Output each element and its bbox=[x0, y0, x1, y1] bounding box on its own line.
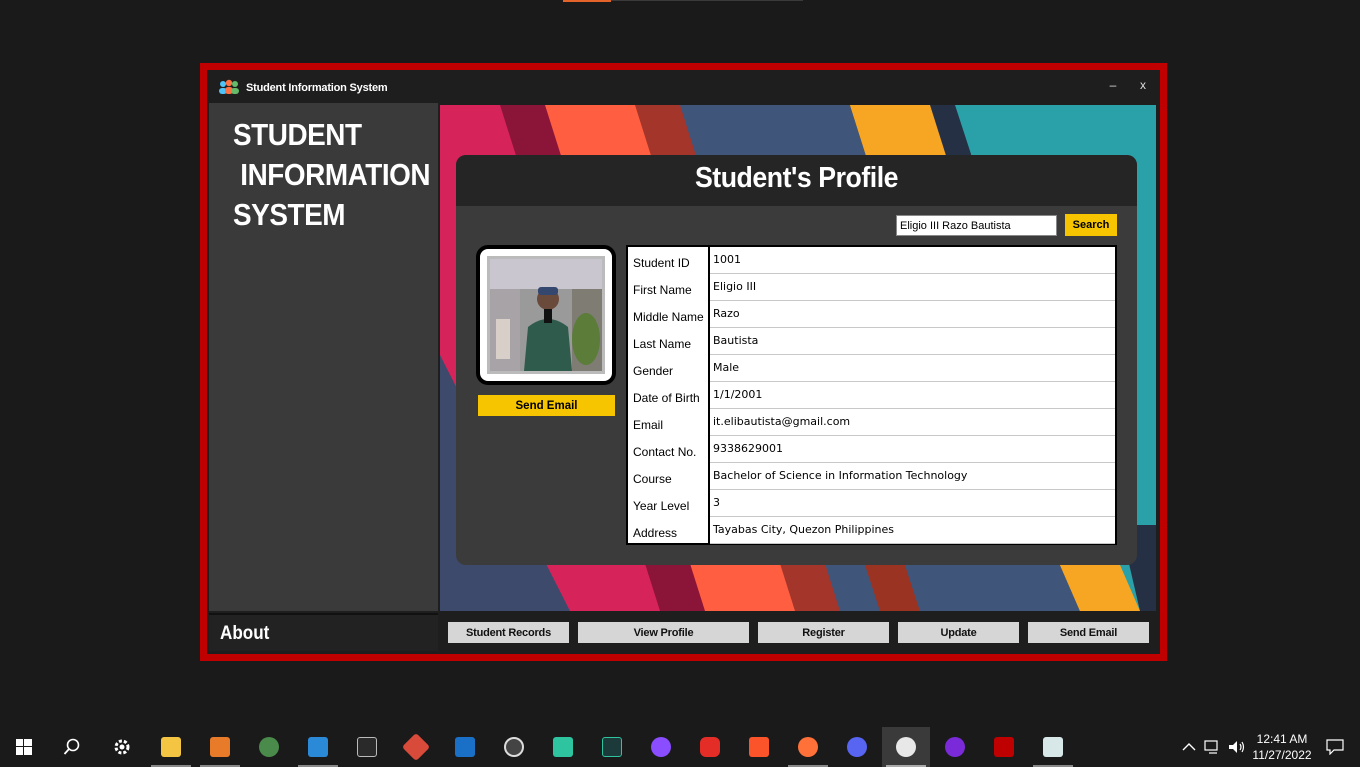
file-explorer-icon[interactable] bbox=[147, 727, 195, 767]
value-date-of-birth: 1/1/2001 bbox=[710, 382, 1115, 409]
value-contact-no: 9338629001 bbox=[710, 436, 1115, 463]
windows-start-icon[interactable] bbox=[0, 727, 48, 767]
obs-icon[interactable] bbox=[490, 727, 538, 767]
search-icon[interactable] bbox=[48, 727, 96, 767]
value-last-name: Bautista bbox=[710, 328, 1115, 355]
close-button[interactable]: x bbox=[1133, 78, 1153, 92]
vscode-icon[interactable] bbox=[294, 727, 342, 767]
sidebar-title-line-3: SYSTEM bbox=[233, 197, 346, 232]
sidebar-title-line-2: INFORMATION bbox=[233, 157, 431, 192]
label-middle-name: Middle Name bbox=[633, 310, 704, 324]
label-first-name: First Name bbox=[633, 283, 692, 297]
notepad-icon[interactable] bbox=[1029, 727, 1077, 767]
nav-view-profile-button[interactable]: View Profile bbox=[578, 622, 749, 643]
top-accent-bar bbox=[563, 0, 611, 2]
top-accent-line bbox=[611, 0, 803, 1]
label-last-name: Last Name bbox=[633, 337, 692, 351]
value-address: Tayabas City, Quezon Philippines bbox=[710, 517, 1115, 544]
title-bar[interactable]: Student Information System – x bbox=[207, 70, 1160, 103]
label-student-id: Student ID bbox=[633, 256, 690, 270]
value-email: it.elibautista@gmail.com bbox=[710, 409, 1115, 436]
pycharm-icon[interactable] bbox=[588, 727, 636, 767]
value-year-level: 3 bbox=[710, 490, 1115, 517]
brave-icon[interactable] bbox=[735, 727, 783, 767]
messenger-icon[interactable] bbox=[637, 727, 685, 767]
search-button[interactable]: Search bbox=[1065, 214, 1117, 236]
profile-photo bbox=[487, 256, 605, 374]
nav-send-email-button[interactable]: Send Email bbox=[1028, 622, 1149, 643]
minimize-button[interactable]: – bbox=[1103, 78, 1123, 92]
nav-student-records-button[interactable]: Student Records bbox=[448, 622, 569, 643]
field-values: 1001 Eligio III Razo Bautista Male 1/1/2… bbox=[710, 247, 1115, 544]
java-app-icon[interactable] bbox=[882, 727, 930, 767]
app-window: Student Information System – x STUDENT I… bbox=[200, 63, 1167, 661]
value-first-name: Eligio III bbox=[710, 274, 1115, 301]
sidebar: STUDENT INFORMATION SYSTEM bbox=[209, 103, 438, 611]
bottom-nav: Student Records View Profile Register Up… bbox=[440, 613, 1158, 651]
label-gender: Gender bbox=[633, 364, 674, 378]
sidebar-app-title: STUDENT INFORMATION SYSTEM bbox=[233, 115, 431, 235]
sidebar-title-line-1: STUDENT bbox=[233, 117, 362, 152]
window-title: Student Information System bbox=[246, 82, 388, 94]
label-course: Course bbox=[633, 472, 672, 486]
nav-register-button[interactable]: Register bbox=[758, 622, 889, 643]
label-address: Address bbox=[633, 526, 678, 540]
panel-header: Student's Profile bbox=[456, 155, 1137, 206]
label-year-level: Year Level bbox=[633, 499, 690, 513]
page-title: Student's Profile bbox=[694, 162, 899, 194]
label-email: Email bbox=[633, 418, 664, 432]
window-body: Student Information System – x STUDENT I… bbox=[207, 70, 1160, 654]
field-labels: Student ID First Name Middle Name Last N… bbox=[628, 247, 708, 543]
about-label: About bbox=[220, 623, 270, 644]
firefox-icon[interactable] bbox=[784, 727, 832, 767]
value-student-id: 1001 bbox=[710, 247, 1115, 274]
value-middle-name: Razo bbox=[710, 301, 1115, 328]
clock-time: 12:41 AM bbox=[1256, 732, 1308, 746]
settings-gear-icon[interactable] bbox=[98, 727, 146, 767]
vpn-app-icon[interactable] bbox=[931, 727, 979, 767]
git-icon[interactable] bbox=[392, 727, 440, 767]
terminal-icon[interactable] bbox=[343, 727, 391, 767]
search-input[interactable] bbox=[896, 215, 1057, 236]
taskbar: 12:41 AM 11/27/2022 bbox=[0, 727, 1360, 767]
users-icon bbox=[219, 79, 239, 94]
label-contact-no: Contact No. bbox=[633, 445, 697, 459]
outlook-icon[interactable] bbox=[441, 727, 489, 767]
profile-details-table: Student ID First Name Middle Name Last N… bbox=[626, 245, 1117, 545]
discord-icon[interactable] bbox=[833, 727, 881, 767]
profile-photo-frame bbox=[476, 245, 616, 385]
person-photo-icon bbox=[490, 259, 602, 371]
filezilla-icon[interactable] bbox=[980, 727, 1028, 767]
youtube-icon[interactable] bbox=[686, 727, 734, 767]
main-content: Student's Profile Search bbox=[440, 105, 1156, 611]
profile-panel: Student's Profile Search bbox=[456, 155, 1137, 565]
value-course: Bachelor of Science in Information Techn… bbox=[710, 463, 1115, 490]
system-clock[interactable]: 12:41 AM 11/27/2022 bbox=[1246, 731, 1318, 763]
sublime-text-icon[interactable] bbox=[196, 727, 244, 767]
clock-date: 11/27/2022 bbox=[1252, 748, 1312, 762]
send-email-button[interactable]: Send Email bbox=[478, 395, 615, 416]
gitkraken-icon[interactable] bbox=[245, 727, 293, 767]
app-green-icon[interactable] bbox=[539, 727, 587, 767]
nav-update-button[interactable]: Update bbox=[898, 622, 1019, 643]
label-date-of-birth: Date of Birth bbox=[633, 391, 700, 405]
about-button[interactable]: About bbox=[209, 613, 438, 651]
value-gender: Male bbox=[710, 355, 1115, 382]
